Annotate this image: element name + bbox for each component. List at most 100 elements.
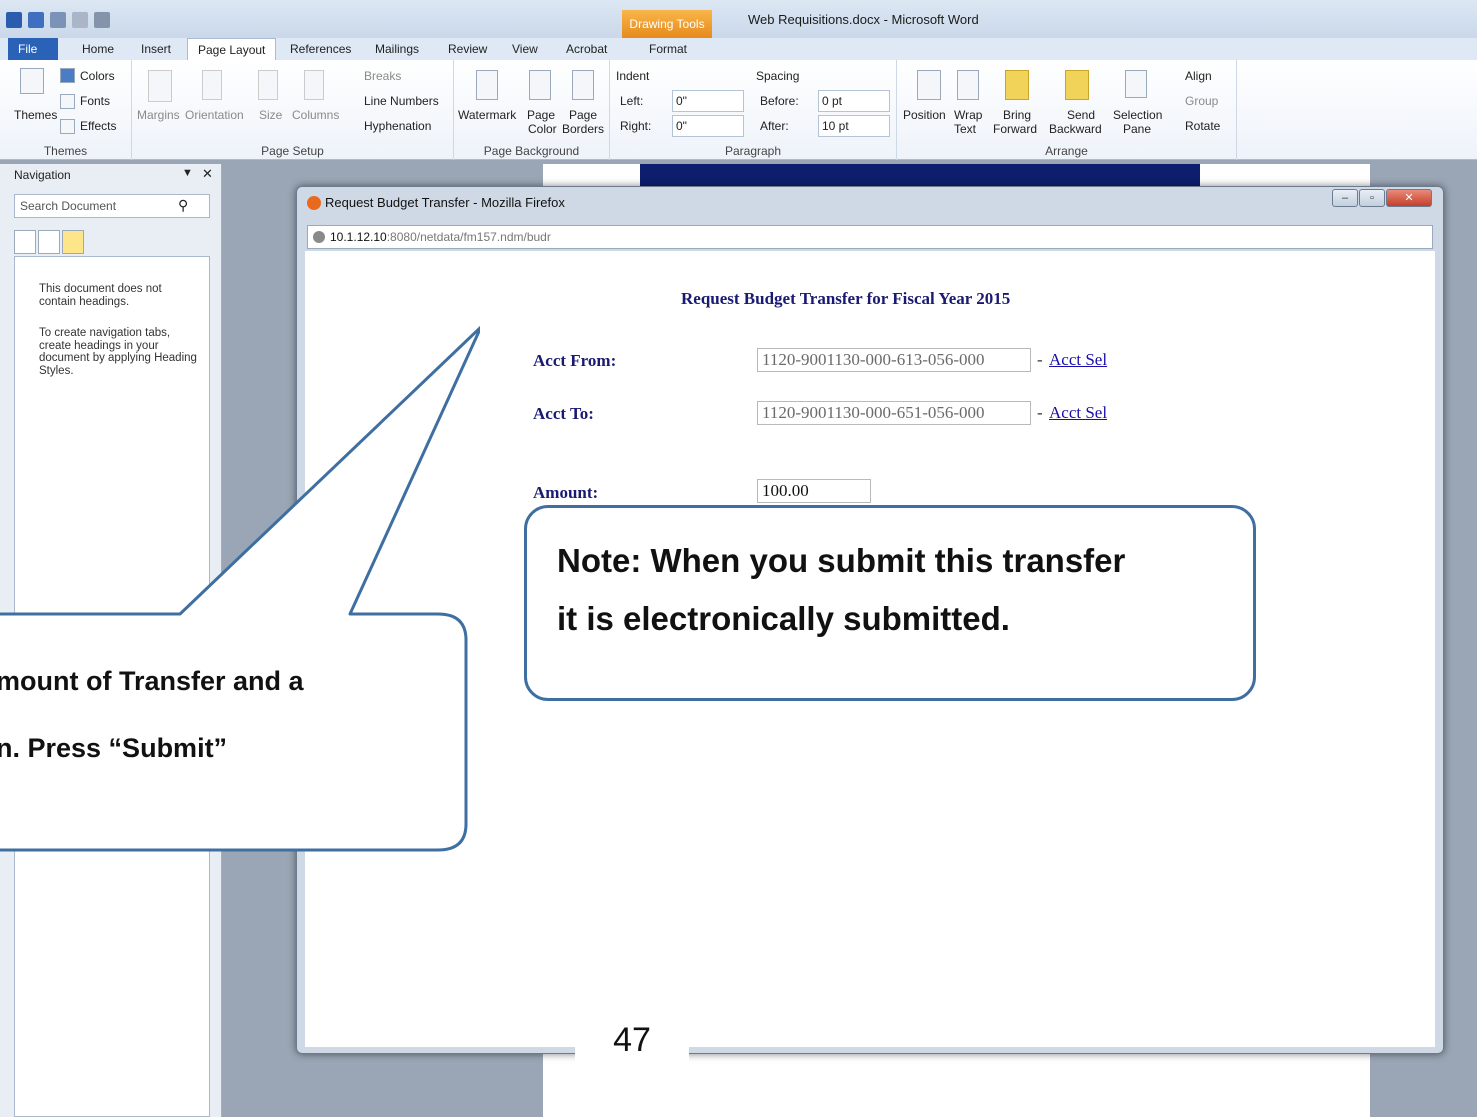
- tab-file[interactable]: File: [8, 38, 58, 60]
- effects-icon: [60, 119, 75, 134]
- globe-icon: [313, 231, 325, 243]
- line-numbers-button[interactable]: Line Numbers: [364, 94, 439, 108]
- tab-format[interactable]: Format: [639, 38, 697, 60]
- pane-options-icon[interactable]: ▼: [182, 167, 193, 179]
- no-headings-message: This document does not contain headings.: [39, 283, 162, 308]
- watermark-button[interactable]: Watermark: [458, 108, 516, 122]
- themes-button[interactable]: Themes: [14, 108, 57, 122]
- send-backward-button[interactable]: Send: [1067, 108, 1095, 122]
- note-line1: Note: When you submit this transfer: [557, 542, 1126, 579]
- selection-pane-button[interactable]: Selection: [1113, 108, 1162, 122]
- align-button[interactable]: Align: [1185, 69, 1212, 83]
- undo-icon[interactable]: [50, 12, 66, 28]
- page-color-button[interactable]: Page: [527, 108, 555, 122]
- ribbon: Themes Colors Fonts Effects Themes Margi…: [0, 60, 1477, 160]
- bring-forward-button[interactable]: Bring: [1003, 108, 1031, 122]
- columns-icon: [304, 70, 324, 100]
- position-icon: [917, 70, 941, 100]
- wrap-text-button-line2[interactable]: Text: [954, 122, 976, 136]
- group-button[interactable]: Group: [1185, 94, 1218, 108]
- tab-page-layout[interactable]: Page Layout: [187, 38, 277, 60]
- acct-to-select-link[interactable]: Acct Sel: [1049, 403, 1107, 423]
- tab-references[interactable]: References: [280, 38, 361, 60]
- spacing-after-input[interactable]: 10 pt: [818, 115, 890, 137]
- left-callout-line2: n. Press “Submit”: [0, 733, 228, 763]
- fonts-button[interactable]: Fonts: [80, 94, 110, 108]
- bring-forward-button-line2[interactable]: Forward: [993, 122, 1037, 136]
- browse-headings-icon[interactable]: [14, 230, 36, 254]
- acct-to-label: Acct To:: [533, 404, 594, 423]
- print-icon[interactable]: [94, 12, 110, 28]
- note-line2: it is electronically submitted.: [557, 600, 1010, 637]
- note-callout: Note: When you submit this transfer it i…: [524, 505, 1256, 701]
- tab-review[interactable]: Review: [438, 38, 497, 60]
- minimize-button[interactable]: –: [1332, 189, 1358, 207]
- speech-callout: [0, 325, 480, 852]
- spacing-before-label: Before:: [760, 94, 799, 108]
- send-backward-button-line2[interactable]: Backward: [1049, 122, 1102, 136]
- arrange-group-label: Arrange: [1045, 144, 1088, 158]
- ribbon-tabs: File Home Insert Page Layout References …: [0, 38, 1477, 60]
- amount-input[interactable]: 100.00: [757, 479, 871, 503]
- breaks-button[interactable]: Breaks: [364, 69, 401, 83]
- indent-right-input[interactable]: 0": [672, 115, 744, 137]
- firefox-logo-icon: [307, 196, 321, 210]
- word-title-bar: Drawing Tools Web Requisitions.docx - Mi…: [0, 0, 1477, 38]
- acct-from-label: Acct From:: [533, 351, 617, 370]
- browse-pages-icon[interactable]: [38, 230, 60, 254]
- themes-icon[interactable]: [20, 68, 44, 94]
- acct-to-separator: -: [1037, 403, 1043, 422]
- browse-results-icon[interactable]: [62, 230, 84, 254]
- selection-pane-button-line2[interactable]: Pane: [1123, 122, 1151, 136]
- paragraph-group: Indent Left: 0" Right: 0" Spacing Before…: [610, 60, 897, 160]
- window-title: Web Requisitions.docx - Microsoft Word: [748, 12, 979, 27]
- position-button[interactable]: Position: [903, 108, 946, 122]
- tab-mailings[interactable]: Mailings: [365, 38, 429, 60]
- form-heading: Request Budget Transfer for Fiscal Year …: [681, 289, 1011, 308]
- spacing-after-label: After:: [760, 119, 789, 133]
- tab-view[interactable]: View: [502, 38, 548, 60]
- acct-from-input[interactable]: 1120-9001130-000-613-056-000: [757, 348, 1031, 372]
- colors-button[interactable]: Colors: [80, 69, 115, 83]
- themes-group: Themes Colors Fonts Effects Themes: [0, 60, 132, 160]
- fonts-icon: [60, 94, 75, 109]
- rotate-button[interactable]: Rotate: [1185, 119, 1220, 133]
- tab-acrobat[interactable]: Acrobat: [556, 38, 617, 60]
- page-borders-button[interactable]: Page: [569, 108, 597, 122]
- spacing-before-input[interactable]: 0 pt: [818, 90, 890, 112]
- word-logo-icon: [6, 12, 22, 28]
- hyphenation-button[interactable]: Hyphenation: [364, 119, 431, 133]
- themes-group-label: Themes: [43, 144, 88, 158]
- close-button[interactable]: ✕: [1386, 189, 1432, 207]
- redo-icon[interactable]: [72, 12, 88, 28]
- tab-home[interactable]: Home: [72, 38, 124, 60]
- page-setup-group-label: Page Setup: [261, 144, 324, 158]
- effects-button[interactable]: Effects: [80, 119, 116, 133]
- page-background-group-label: Page Background: [483, 144, 580, 158]
- columns-button[interactable]: Columns: [292, 108, 339, 122]
- indent-label: Indent: [616, 69, 650, 83]
- indent-right-label: Right:: [620, 119, 652, 133]
- page-borders-button-line2[interactable]: Borders: [562, 122, 604, 136]
- page-color-icon: [529, 70, 551, 100]
- search-icon[interactable]: ⚲: [178, 197, 188, 214]
- drawing-tools-context-tab: Drawing Tools: [622, 10, 712, 38]
- margins-button[interactable]: Margins: [137, 108, 180, 122]
- orientation-icon: [202, 70, 222, 100]
- acct-from-select-link[interactable]: Acct Sel: [1049, 350, 1107, 370]
- tab-insert[interactable]: Insert: [131, 38, 181, 60]
- amount-label: Amount:: [533, 483, 599, 502]
- paragraph-group-label: Paragraph: [724, 144, 782, 158]
- orientation-button[interactable]: Orientation: [185, 108, 244, 122]
- spacing-label: Spacing: [756, 69, 800, 83]
- close-icon[interactable]: ✕: [202, 166, 213, 182]
- indent-left-input[interactable]: 0": [672, 90, 744, 112]
- save-icon[interactable]: [28, 12, 44, 28]
- size-button[interactable]: Size: [259, 108, 282, 122]
- acct-to-input[interactable]: 1120-9001130-000-651-056-000: [757, 401, 1031, 425]
- address-bar[interactable]: 10.1.12.10:8080/netdata/fm157.ndm/budr: [307, 225, 1433, 249]
- page-color-button-line2[interactable]: Color: [528, 122, 557, 136]
- wrap-text-button[interactable]: Wrap: [954, 108, 982, 122]
- maximize-button[interactable]: ▫: [1359, 189, 1385, 207]
- left-callout-line1: mount of Transfer and a: [0, 666, 304, 696]
